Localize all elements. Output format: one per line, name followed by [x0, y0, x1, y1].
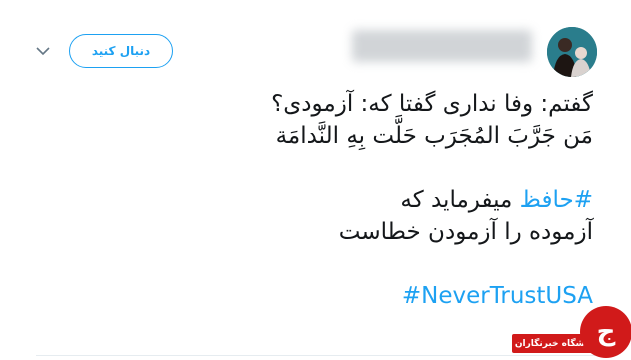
chevron-down-icon[interactable]	[34, 42, 52, 60]
author-name-blurred	[352, 30, 532, 62]
tweet-line: آزموده را آزمودن خطاست	[338, 219, 593, 245]
tweet-line: گفتم: وفا نداری گفتا که: آزمودی؟	[271, 91, 593, 117]
tweet-line: #حافظ میفرماید که	[33, 184, 593, 216]
tweet-line: #NeverTrustUSA	[33, 280, 593, 312]
follow-button[interactable]: دنبال کنید	[69, 34, 173, 68]
watermark-logo: باشگاه خبرنگاران ج	[512, 300, 631, 360]
tweet-text: گفتم: وفا نداری گفتا که: آزمودی؟ مَن جَر…	[33, 88, 593, 312]
tweet-line: مَن جَرَّبَ المُجَرَب حَلَّت بِهِ النَّد…	[275, 123, 593, 149]
hashtag-link[interactable]: #حافظ	[520, 187, 593, 213]
tweet-line-text: میفرماید که	[400, 187, 520, 213]
avatar[interactable]	[547, 27, 597, 77]
watermark-icon: ج	[580, 306, 631, 358]
